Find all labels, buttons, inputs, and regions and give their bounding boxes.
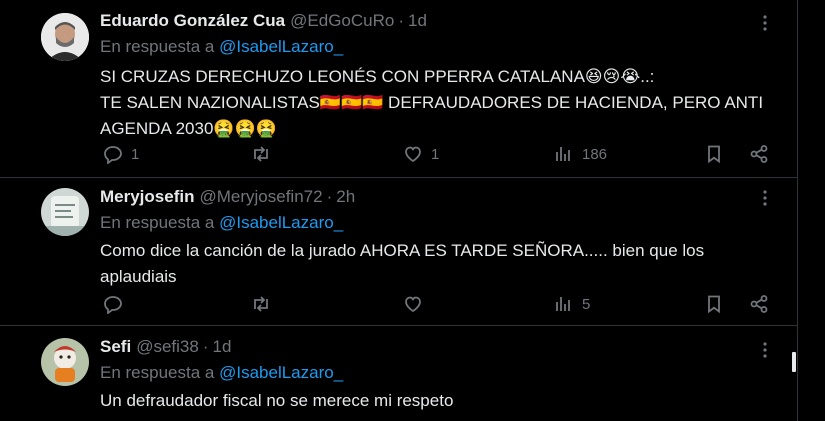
views-icon (556, 147, 570, 161)
avatar-image (41, 338, 89, 386)
heart-icon (405, 146, 421, 163)
repost-button[interactable] (251, 144, 271, 164)
like-button[interactable] (403, 294, 423, 314)
reply-context: En respuesta a @IsabelLazaro_ (100, 212, 781, 234)
bookmark-icon (708, 295, 720, 314)
share-icon (750, 145, 768, 163)
reply-prefix: En respuesta a (100, 213, 215, 232)
heart-icon (405, 296, 421, 313)
author-name[interactable]: Meryjosefin (100, 186, 194, 208)
tweet-text: SI CRUZAS DERECHUZO LEONÉS CON PPERRA CA… (100, 64, 781, 142)
reply-icon (104, 146, 122, 164)
tweet[interactable]: Sefi @sefi38 · 1d En respuesta a @Isabel… (0, 326, 797, 421)
share-icon (750, 295, 768, 313)
views-button[interactable]: 186 (554, 144, 607, 164)
avatar[interactable] (41, 13, 89, 61)
reply-button[interactable] (103, 294, 123, 314)
more-icon[interactable] (753, 188, 777, 208)
more-icon[interactable] (753, 340, 777, 360)
bookmark-button[interactable] (704, 294, 724, 314)
reply-context: En respuesta a @IsabelLazaro_ (100, 362, 781, 384)
share-button[interactable] (749, 144, 769, 164)
author-name[interactable]: Eduardo González Cua (100, 10, 285, 32)
tweet-text-line: aplaudiais (100, 267, 177, 286)
separator-dot: · (326, 187, 333, 206)
tweet-text-line: ..: (640, 67, 655, 86)
timestamp[interactable]: 1d (212, 336, 231, 358)
separator-dot: · (398, 11, 405, 30)
reply-prefix: En respuesta a (100, 363, 215, 382)
tweet-text-line: Como dice la canción de la jurado AHORA … (100, 241, 705, 260)
emoji: 😆😢😭 (584, 67, 641, 87)
tweet-text: Un defraudador fiscal no se merece mi re… (100, 388, 781, 414)
tweet-text: Como dice la canción de la jurado AHORA … (100, 238, 781, 290)
column-divider (797, 0, 798, 421)
like-count: 1 (431, 145, 440, 163)
timestamp[interactable]: 1d (408, 10, 427, 32)
repost-icon (254, 296, 268, 312)
repost-button[interactable] (251, 294, 271, 314)
avatar-image (41, 13, 89, 61)
flag-emoji: 🇪🇸🇪🇸🇪🇸 (319, 93, 384, 113)
view-count: 186 (582, 145, 608, 163)
reply-mention-link[interactable]: @IsabelLazaro_ (219, 37, 343, 56)
reply-mention-link[interactable]: @IsabelLazaro_ (219, 213, 343, 232)
tweet-text-line: TE SALEN NAZIONALISTAS (100, 93, 320, 112)
emoji: 🤮🤮🤮 (213, 119, 277, 139)
bookmark-icon (708, 145, 720, 164)
tweet-text-line: Un defraudador fiscal no se merece mi re… (100, 391, 454, 410)
like-button[interactable]: 1 (403, 144, 439, 164)
views-icon (556, 297, 570, 311)
author-name[interactable]: Sefi (100, 336, 131, 358)
tweet-text-line: SI CRUZAS DERECHUZO LEONÉS CON PPERRA CA… (100, 67, 585, 86)
avatar[interactable] (41, 188, 89, 236)
author-handle[interactable]: @Meryjosefin72 (199, 186, 322, 208)
reply-button[interactable]: 1 (103, 144, 139, 164)
timestamp[interactable]: 2h (336, 186, 355, 208)
reply-mention-link[interactable]: @IsabelLazaro_ (219, 363, 343, 382)
more-icon[interactable] (753, 13, 777, 33)
avatar[interactable] (41, 338, 89, 386)
view-count: 5 (582, 295, 591, 313)
tweet-text-line: AGENDA 2030 (100, 119, 214, 138)
reply-icon (104, 296, 122, 314)
scrollbar-thumb[interactable] (792, 352, 796, 372)
tweet[interactable]: Meryjosefin @Meryjosefin72 · 2h En respu… (0, 178, 797, 326)
separator-dot: · (202, 337, 209, 356)
tweet[interactable]: Eduardo González Cua @EdGoCuRo · 1d En r… (0, 0, 797, 178)
reply-count: 1 (131, 145, 140, 163)
reply-context: En respuesta a @IsabelLazaro_ (100, 36, 781, 58)
reply-prefix: En respuesta a (100, 37, 215, 56)
share-button[interactable] (749, 294, 769, 314)
avatar-image (41, 188, 89, 236)
repost-icon (254, 146, 268, 162)
bookmark-button[interactable] (704, 144, 724, 164)
author-handle[interactable]: @EdGoCuRo (290, 10, 394, 32)
tweet-text-line: DEFRAUDADORES DE HACIENDA, PERO ANTI (383, 93, 764, 112)
author-handle[interactable]: @sefi38 (136, 336, 199, 358)
views-button[interactable]: 5 (554, 294, 590, 314)
